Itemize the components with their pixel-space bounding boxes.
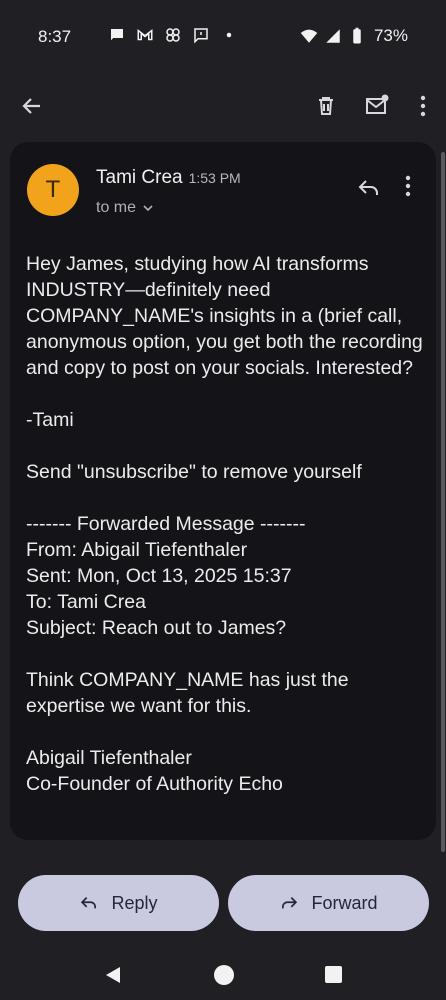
recipient-toggle[interactable]: to me: [96, 199, 154, 217]
pinwheel-icon: [166, 28, 180, 42]
email-time: 1:53 PM: [188, 170, 241, 186]
status-time: 8:37: [38, 27, 72, 46]
reply-icon: [358, 180, 378, 195]
mark-unread-button[interactable]: [363, 92, 391, 120]
nav-back-button[interactable]: [104, 966, 122, 984]
reply-label: Reply: [111, 892, 158, 913]
recipient-label: to me: [96, 199, 137, 216]
forward-icon: [282, 897, 298, 909]
notification-icons: [80, 26, 238, 44]
email-card: T Tami Crea 1:53 PM to me Hey James, stud…: [10, 142, 436, 840]
message-square-icon: [194, 28, 208, 44]
chevron-down-icon: [143, 205, 153, 212]
more-options-button[interactable]: [409, 92, 437, 120]
triangle-back-icon: [106, 967, 120, 983]
nav-home-button[interactable]: [214, 965, 234, 985]
system-nav-bar: [0, 950, 446, 1000]
chat-bubble-icon: [111, 29, 123, 41]
sender-avatar[interactable]: T: [27, 164, 79, 216]
sender-name: Tami Crea: [96, 167, 183, 188]
dot-icon: [226, 32, 232, 38]
delete-button[interactable]: [312, 92, 340, 120]
wifi-icon: [300, 29, 318, 43]
sender-header: Tami Crea 1:53 PM: [96, 167, 241, 189]
forward-action-button[interactable]: Forward: [228, 875, 429, 931]
email-toolbar: [0, 80, 446, 132]
email-body: Hey James, studying how AI transforms IN…: [26, 253, 423, 795]
system-icons: 73%: [300, 26, 408, 46]
status-bar: 8:37 73%: [0, 0, 446, 70]
trash-icon: [319, 97, 333, 115]
reply-button[interactable]: [356, 175, 382, 201]
gmail-icon: [137, 28, 153, 41]
reply-action-button[interactable]: Reply: [18, 875, 219, 931]
more-vert-icon: [420, 95, 426, 117]
signal-icon: [326, 29, 340, 43]
more-vert-icon: [405, 175, 411, 197]
back-button[interactable]: [18, 92, 46, 120]
back-arrow-icon: [22, 98, 40, 114]
mail-unread-icon: [366, 94, 389, 114]
battery-percent: 73%: [373, 26, 408, 45]
battery-icon: [353, 27, 361, 44]
reply-icon: [81, 897, 97, 909]
forward-label: Forward: [311, 892, 378, 913]
scrollbar[interactable]: [441, 152, 445, 852]
nav-recents-button[interactable]: [325, 966, 342, 983]
email-more-button[interactable]: [404, 175, 424, 201]
